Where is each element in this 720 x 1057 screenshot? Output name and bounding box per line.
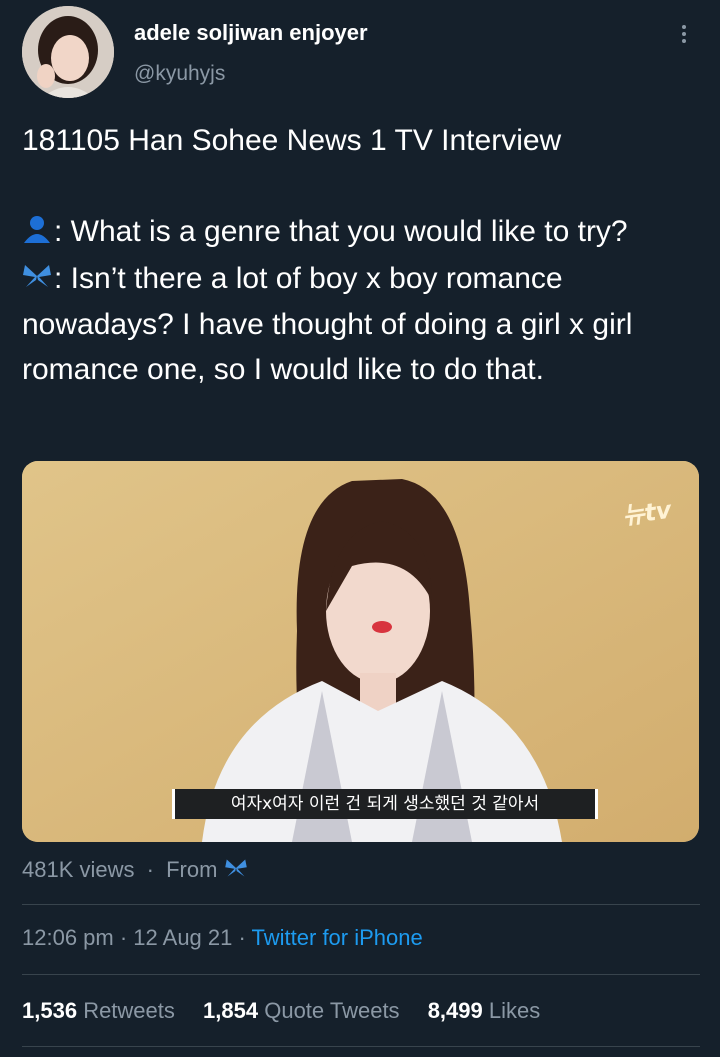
tweet-text: 181105 Han Sohee News 1 TV Interview : W… (22, 118, 702, 392)
display-name[interactable]: adele soljiwan enjoyer (134, 20, 368, 46)
retweets-count: 1,536 (22, 998, 78, 1023)
butterfly-icon (22, 257, 52, 302)
avatar-image (22, 6, 114, 98)
quote-tweets-stat[interactable]: 1,854 Quote Tweets (203, 998, 400, 1023)
retweets-label: Retweets (83, 998, 175, 1023)
divider (22, 904, 700, 905)
answer-line: : Isn’t there a lot of boy x boy romance… (22, 256, 702, 393)
tweet-meta: 12:06 pm · 12 Aug 21 · Twitter for iPhon… (22, 925, 423, 951)
divider (22, 1046, 700, 1047)
bust-silhouette-icon (22, 211, 52, 256)
quote-tweets-label: Quote Tweets (264, 998, 400, 1023)
question-text: : What is a genre that you would like to… (54, 215, 628, 248)
video-frame (22, 461, 699, 842)
tweet-title-line: 181105 Han Sohee News 1 TV Interview (22, 124, 562, 157)
likes-count: 8,499 (427, 998, 483, 1023)
from-label[interactable]: From (166, 857, 217, 882)
timestamp[interactable]: 12:06 pm · 12 Aug 21 · (22, 925, 246, 950)
source-link[interactable]: Twitter for iPhone (252, 925, 423, 950)
tweet-header: adele soljiwan enjoyer @kyuhyjs (0, 0, 720, 110)
divider (22, 974, 700, 975)
likes-label: Likes (488, 998, 541, 1023)
video-subtitle: 여자x여자 이런 건 되게 생소했던 것 같아서 (172, 789, 598, 819)
quote-tweets-count: 1,854 (203, 998, 259, 1023)
retweets-stat[interactable]: 1,536 Retweets (22, 998, 175, 1023)
question-line: : What is a genre that you would like to… (22, 209, 702, 256)
avatar[interactable] (22, 6, 114, 98)
answer-text: : Isn’t there a lot of boy x boy romance… (22, 261, 633, 387)
more-vertical-icon[interactable] (676, 22, 692, 52)
view-count: 481K views (22, 857, 135, 882)
butterfly-icon (224, 858, 248, 884)
channel-logo: 뉴tv (620, 495, 674, 531)
view-count-row: 481K views · From (22, 857, 250, 884)
engagement-stats: 1,536 Retweets 1,854 Quote Tweets 8,499 … (22, 998, 562, 1024)
user-handle[interactable]: @kyuhyjs (134, 62, 225, 86)
video-thumbnail[interactable]: 뉴tv 여자x여자 이런 건 되게 생소했던 것 같아서 (22, 461, 699, 842)
likes-stat[interactable]: 8,499 Likes (428, 998, 541, 1023)
separator-dot: · (146, 857, 154, 882)
